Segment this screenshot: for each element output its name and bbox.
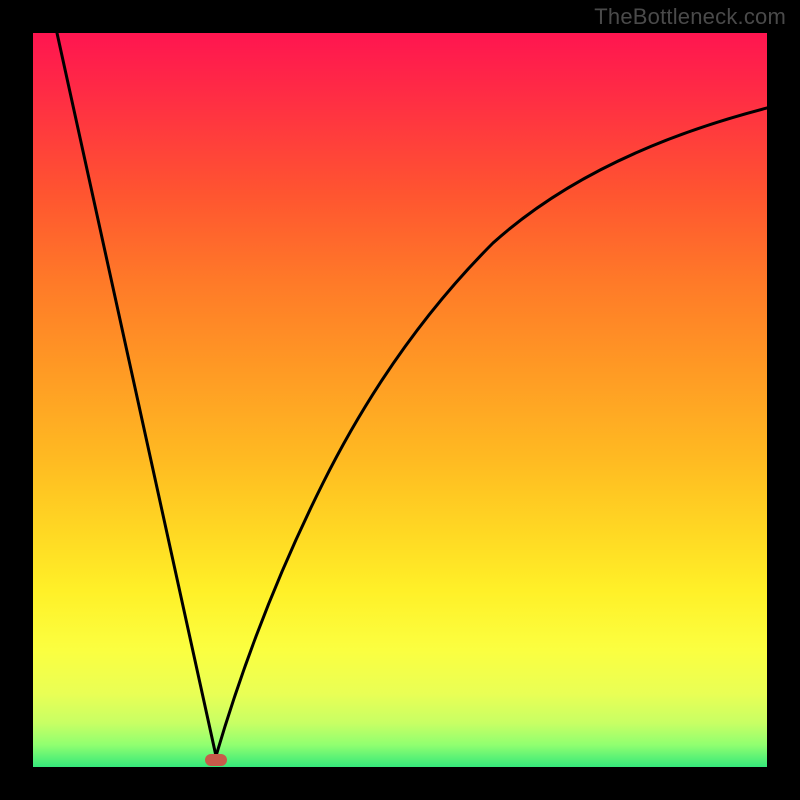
plot-area bbox=[33, 33, 767, 767]
chart-frame: TheBottleneck.com bbox=[0, 0, 800, 800]
curve-left bbox=[57, 33, 216, 756]
curve-right bbox=[216, 108, 767, 756]
bottleneck-curve bbox=[33, 33, 767, 767]
min-point-marker bbox=[205, 754, 227, 766]
attribution-text: TheBottleneck.com bbox=[594, 4, 786, 30]
